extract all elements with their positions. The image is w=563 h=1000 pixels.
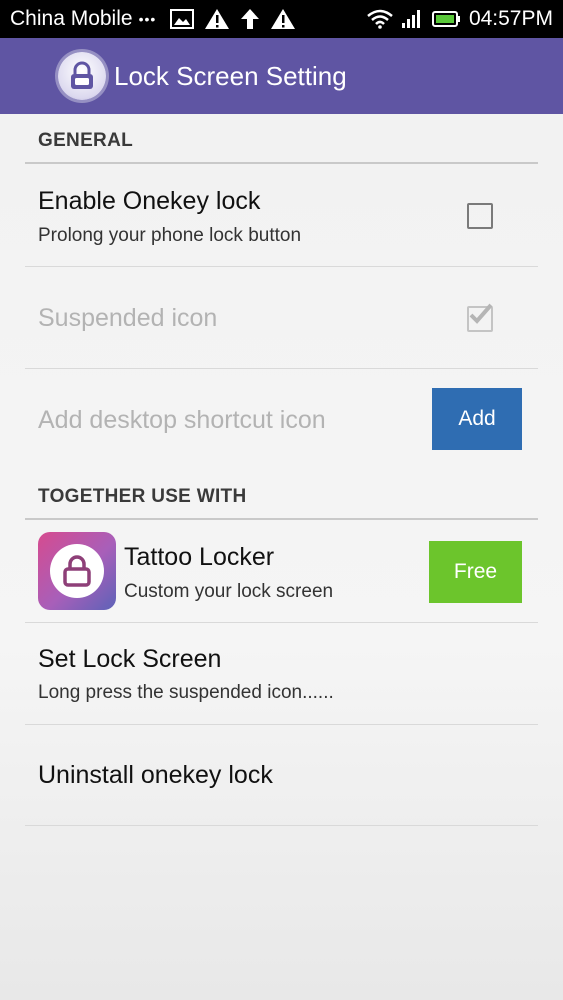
clock: 04:57PM — [468, 7, 553, 30]
wifi-icon — [367, 9, 393, 29]
row-divider — [25, 724, 538, 725]
enable-onekey-checkbox[interactable] — [467, 203, 493, 229]
warning-icon — [205, 9, 230, 29]
system-status: 04:57PM — [367, 7, 553, 31]
upload-arrow-icon — [241, 9, 260, 29]
row-title: Suspended icon — [38, 304, 218, 332]
cell-signal-icon — [401, 10, 420, 28]
row-title: Uninstall onekey lock — [38, 761, 273, 789]
signal-dots: ••• — [138, 11, 157, 27]
add-shortcut-button[interactable]: Add — [432, 388, 522, 450]
settings-list: GENERAL Enable Onekey lock Prolong your … — [0, 114, 563, 1000]
row-subtitle: Long press the suspended icon...... — [38, 682, 334, 703]
carrier-name: China Mobile — [10, 7, 133, 30]
padlock-icon — [63, 555, 91, 587]
gallery-icon — [170, 9, 195, 29]
row-title: Set Lock Screen — [38, 645, 222, 673]
battery-icon — [431, 11, 460, 27]
section-divider — [25, 162, 538, 164]
row-subtitle: Prolong your phone lock button — [38, 225, 302, 246]
checkmark-icon — [469, 303, 493, 324]
app-bar: Lock Screen Setting — [0, 38, 563, 114]
lock-icon[interactable] — [58, 52, 106, 100]
tattoo-locker-app-icon — [38, 532, 116, 610]
row-divider — [25, 622, 538, 623]
row-title: Add desktop shortcut icon — [38, 406, 326, 434]
row-subtitle: Custom your lock screen — [124, 581, 334, 602]
status-bar: China Mobile ••• 04:57PM — [0, 0, 563, 38]
section-header-together: TOGETHER USE WITH — [38, 486, 247, 507]
section-divider — [25, 518, 538, 520]
suspended-icon-checkbox[interactable] — [467, 303, 493, 332]
row-title: Tattoo Locker — [124, 543, 275, 571]
row-divider — [25, 368, 538, 369]
row-divider — [25, 266, 538, 267]
row-divider — [25, 825, 538, 826]
warning-icon — [271, 9, 296, 29]
notification-icons — [170, 8, 296, 30]
get-free-button[interactable]: Free — [429, 541, 522, 603]
section-header-general: GENERAL — [38, 130, 133, 151]
page-title: Lock Screen Setting — [114, 60, 347, 91]
row-title: Enable Onekey lock — [38, 187, 261, 215]
